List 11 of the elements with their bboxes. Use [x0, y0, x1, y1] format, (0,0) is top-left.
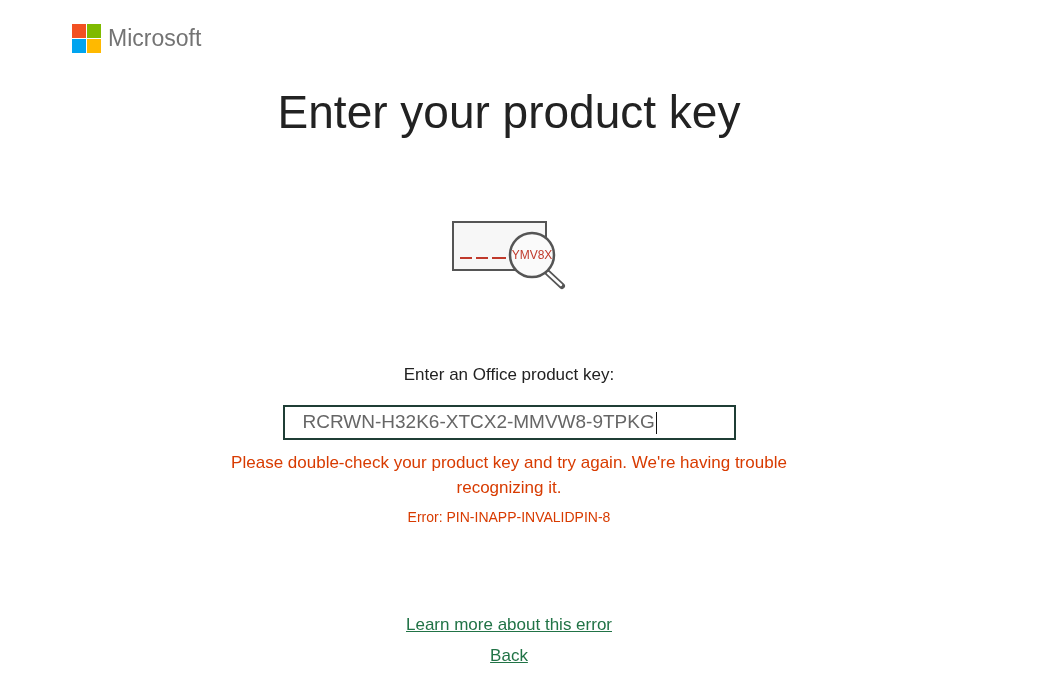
learn-more-link[interactable]: Learn more about this error	[406, 613, 612, 637]
back-link[interactable]: Back	[490, 644, 528, 668]
page-title: Enter your product key	[277, 85, 741, 140]
brand-name: Microsoft	[108, 27, 202, 50]
product-key-label: Enter an Office product key:	[403, 364, 615, 386]
key-fragment-text: YMV8X	[511, 248, 553, 262]
product-key-input-field[interactable]: RCRWN-H32K6-XTCX2-MMVW8-9TPKG	[282, 405, 736, 440]
error-message: Please double-check your product key and try again. We're having trouble recognizing it.	[230, 452, 788, 499]
four-squares-logo-icon	[72, 24, 101, 53]
error-code: Error: PIN-INAPP-INVALIDPIN-8	[407, 508, 611, 527]
text-cursor-icon	[655, 411, 657, 434]
